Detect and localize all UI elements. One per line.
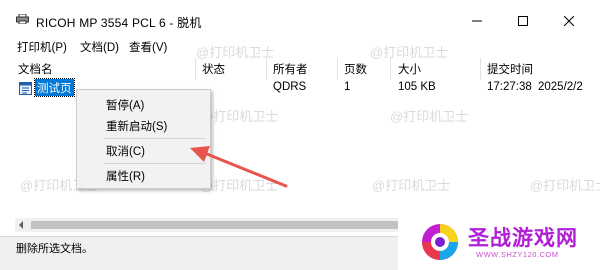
minimize-button[interactable]	[454, 8, 500, 34]
brand-logo: 圣战游戏网 WWW.SHZY120.COM	[398, 216, 600, 270]
print-queue-window: RICOH MP 3554 PCL 6 - 脱机 打印机(P) 文档(D) 查看…	[0, 0, 600, 270]
menu-separator	[104, 138, 206, 139]
brand-name: 圣战游戏网	[468, 226, 578, 250]
close-icon	[564, 16, 574, 26]
menu-view[interactable]: 查看(V)	[129, 39, 167, 55]
column-header-document-name[interactable]: 文档名	[18, 61, 53, 79]
minimize-icon	[472, 20, 482, 22]
row-owner: QDRS	[273, 81, 307, 93]
status-text: 删除所选文档。	[16, 243, 93, 255]
row-time: 17:27:38	[487, 81, 532, 93]
printer-icon	[16, 14, 29, 24]
row-size: 105 KB	[398, 81, 436, 93]
menu-bar: 打印机(P) 文档(D) 查看(V)	[0, 36, 600, 56]
document-icon	[19, 82, 32, 95]
brand-mark-icon	[422, 224, 458, 260]
brand-url: WWW.SHZY120.COM	[476, 250, 559, 259]
scrollbar-thumb[interactable]	[31, 221, 431, 229]
column-divider[interactable]	[390, 58, 391, 80]
column-divider[interactable]	[480, 58, 481, 80]
maximize-button[interactable]	[500, 8, 546, 34]
column-header-owner[interactable]: 所有者	[273, 61, 308, 79]
annotation-arrow-icon	[190, 146, 288, 188]
window-title: RICOH MP 3554 PCL 6 - 脱机	[36, 16, 202, 30]
title-bar: RICOH MP 3554 PCL 6 - 脱机	[0, 0, 600, 34]
column-divider[interactable]	[266, 58, 267, 80]
menu-item-properties[interactable]: 属性(R)	[106, 168, 145, 184]
row-date: 2025/2/2	[538, 81, 583, 93]
column-divider[interactable]	[195, 58, 196, 80]
menu-item-pause[interactable]: 暂停(A)	[106, 97, 144, 113]
menu-document[interactable]: 文档(D)	[80, 39, 119, 55]
menu-item-restart[interactable]: 重新启动(S)	[106, 118, 167, 134]
column-header-pages[interactable]: 页数	[344, 61, 367, 79]
scroll-left-icon[interactable]	[17, 221, 25, 229]
column-header-status[interactable]: 状态	[202, 61, 225, 79]
selected-document-name[interactable]: 测试页	[34, 78, 75, 97]
column-header-size[interactable]: 大小	[398, 61, 421, 79]
row-pages: 1	[344, 81, 351, 93]
menu-printer[interactable]: 打印机(P)	[17, 39, 67, 55]
column-header-submitted[interactable]: 提交时间	[487, 61, 533, 79]
maximize-icon	[518, 16, 528, 26]
close-button[interactable]	[546, 8, 592, 34]
column-divider[interactable]	[337, 58, 338, 80]
menu-item-cancel[interactable]: 取消(C)	[106, 143, 145, 159]
